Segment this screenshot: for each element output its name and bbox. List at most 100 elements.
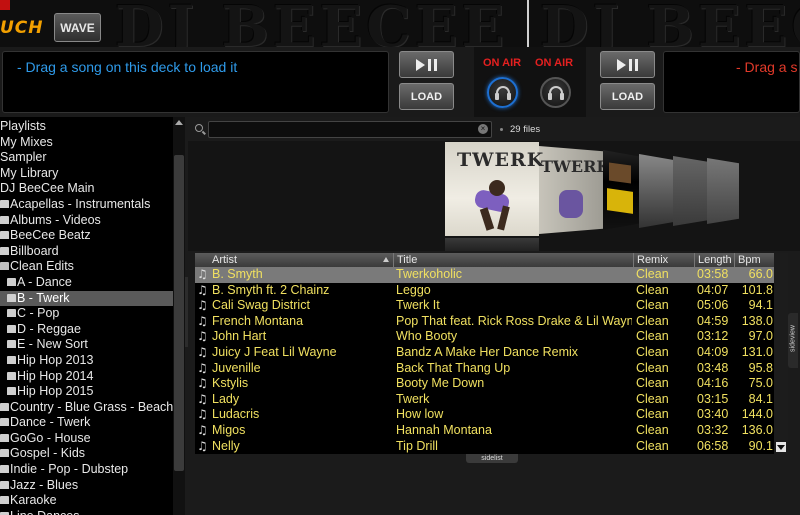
folder-item[interactable]: Hip Hop 2013 <box>0 353 173 369</box>
watermark-left: DJ BEECEE <box>115 0 509 47</box>
track-artist: Migos <box>212 422 246 437</box>
deck-left-display[interactable]: - Drag a song on this deck to load it <box>2 51 389 113</box>
folder-item[interactable]: D - Reggae <box>0 322 173 338</box>
folder-icon <box>0 433 9 442</box>
track-title: How low <box>396 407 444 422</box>
music-note-icon: ♫ <box>197 344 208 359</box>
music-note-icon: ♫ <box>197 376 208 391</box>
folder-item[interactable]: BeeCee Beatz <box>0 228 173 244</box>
folder-item[interactable]: C - Pop <box>0 306 173 322</box>
track-length: 06:58 <box>697 438 729 453</box>
track-row[interactable]: ♫ Kstylis Booty Me Down Clean 04:16 75.0 <box>195 376 781 392</box>
deck-right-display[interactable]: - Drag a s <box>663 51 800 113</box>
track-row[interactable]: ♫ Lady Twerk Clean 03:15 84.1 <box>195 392 781 408</box>
track-title: Tip Drill <box>396 438 438 453</box>
folder-list: Playlists My Mixes Sampler My Library DJ Bee… <box>0 119 173 515</box>
folder-item[interactable]: Hip Hop 2015 <box>0 384 173 400</box>
watermark-right: DJ BEEC <box>540 0 800 47</box>
search-input[interactable] <box>208 121 492 138</box>
folder-icon <box>0 465 9 474</box>
folder-item[interactable]: GoGo - House <box>0 431 173 447</box>
track-row[interactable]: ♫ B. Smyth ft. 2 Chainz Leggo Clean 04:07 101… <box>195 283 781 299</box>
folder-item-label: Playlists <box>0 119 46 133</box>
folder-icon <box>7 309 16 318</box>
folder-item[interactable]: Playlists <box>0 119 173 135</box>
wave-button[interactable]: WAVE <box>54 13 101 42</box>
deck-right-play-pause-button[interactable] <box>600 51 655 78</box>
folder-item[interactable]: DJ BeeCee Main <box>0 181 173 197</box>
track-remix: Clean <box>636 344 669 359</box>
track-remix: Clean <box>636 313 669 328</box>
track-list-header: Artist Title Remix Length Bpm <box>195 253 788 267</box>
bullet-icon <box>500 128 503 131</box>
folder-item[interactable]: My Mixes <box>0 135 173 151</box>
column-header-title[interactable]: Title <box>393 253 633 267</box>
track-scrollbar[interactable] <box>774 253 788 454</box>
folder-item-label: Albums - Videos <box>10 212 101 227</box>
track-row[interactable]: ♫ Juvenille Back That Thang Up Clean 03:48 95… <box>195 361 781 377</box>
folder-item[interactable]: Albums - Videos <box>0 213 173 229</box>
track-remix: Clean <box>636 391 669 406</box>
track-row[interactable]: ♫ Ludacris How low Clean 03:40 144.0 <box>195 407 781 423</box>
folder-icon <box>7 293 16 302</box>
track-title: Leggo <box>396 282 431 297</box>
deck-left-headphone-cue-button[interactable] <box>487 77 518 108</box>
column-header-length[interactable]: Length <box>694 253 734 267</box>
folder-item[interactable]: A - Dance <box>0 275 173 291</box>
folder-item-label: GoGo - House <box>10 430 91 445</box>
folder-item-label: Karaoke <box>10 493 57 508</box>
folder-item[interactable]: Line Dances <box>0 509 173 515</box>
track-artist: Lady <box>212 391 240 406</box>
track-row[interactable]: ♫ Cali Swag District Twerk It Clean 05:06 94.… <box>195 298 781 314</box>
column-header-bpm[interactable]: Bpm <box>734 253 772 267</box>
track-title: Booty Me Down <box>396 376 485 391</box>
folder-item[interactable]: Sampler <box>0 150 173 166</box>
scroll-up-icon[interactable] <box>175 120 183 125</box>
folder-item[interactable]: Country - Blue Grass - Beach <box>0 400 173 416</box>
folder-scroll-thumb[interactable] <box>174 155 184 471</box>
track-artist: French Montana <box>212 313 304 328</box>
folder-item-label: Indie - Pop - Dubstep <box>10 462 129 477</box>
track-row[interactable]: ♫ Migos Hannah Montana Clean 03:32 136.0 <box>195 423 781 439</box>
folder-item[interactable]: Clean Edits <box>0 259 173 275</box>
play-pause-icon <box>416 58 437 71</box>
folder-open-icon <box>0 262 9 271</box>
folder-item[interactable]: Gospel - Kids <box>0 446 173 462</box>
deck-right-headphone-cue-button[interactable] <box>540 77 571 108</box>
folder-item[interactable]: Jazz - Blues <box>0 478 173 494</box>
column-header-remix[interactable]: Remix <box>633 253 694 267</box>
folder-item-label: Acapellas - Instrumentals <box>10 196 151 211</box>
coverflow[interactable]: TWERK TWERK <box>188 141 800 251</box>
folder-icon <box>0 418 9 427</box>
track-row[interactable]: ♫ John Hart Who Booty Clean 03:12 97.0 <box>195 329 781 345</box>
folder-item[interactable]: Hip Hop 2014 <box>0 369 173 385</box>
track-row[interactable]: ♫ B. Smyth Twerkoholic Clean 03:58 66.0 <box>195 267 781 283</box>
search-icon[interactable] <box>195 124 203 132</box>
track-row[interactable]: ♫ Nelly Tip Drill Clean 06:58 90.1 <box>195 439 781 454</box>
folder-item[interactable]: B - Twerk <box>0 290 173 307</box>
folder-item[interactable]: Dance - Twerk <box>0 415 173 431</box>
clear-search-icon[interactable]: × <box>478 124 488 134</box>
deck-left-load-button[interactable]: LOAD <box>399 83 454 110</box>
scroll-down-icon[interactable] <box>776 442 786 452</box>
track-remix: Clean <box>636 407 669 422</box>
folder-item[interactable]: Indie - Pop - Dubstep <box>0 462 173 478</box>
track-bpm: 90.1 <box>748 438 773 453</box>
sidelist-tab[interactable]: sidelist <box>466 454 518 463</box>
deck-right-load-button[interactable]: LOAD <box>600 83 655 110</box>
track-length: 04:09 <box>697 344 729 359</box>
sideview-tab[interactable]: sideview <box>788 313 798 368</box>
folder-item[interactable]: Billboard <box>0 244 173 260</box>
track-artist: John Hart <box>212 329 267 344</box>
folder-item[interactable]: My Library <box>0 166 173 182</box>
folder-item[interactable]: Acapellas - Instrumentals <box>0 197 173 213</box>
folder-scrollbar[interactable] <box>173 117 185 515</box>
deck-left-play-pause-button[interactable] <box>399 51 454 78</box>
track-row[interactable]: ♫ French Montana Pop That feat. Rick Ross … <box>195 314 781 330</box>
column-header-artist[interactable]: Artist <box>209 253 393 267</box>
track-row[interactable]: ♫ Juicy J Feat Lil Wayne Bandz A Make Her … <box>195 345 781 361</box>
folder-item-label: Hip Hop 2014 <box>17 368 94 383</box>
folder-item[interactable]: Karaoke <box>0 493 173 509</box>
track-bpm: 75.0 <box>748 376 773 391</box>
folder-item[interactable]: E - New Sort <box>0 337 173 353</box>
